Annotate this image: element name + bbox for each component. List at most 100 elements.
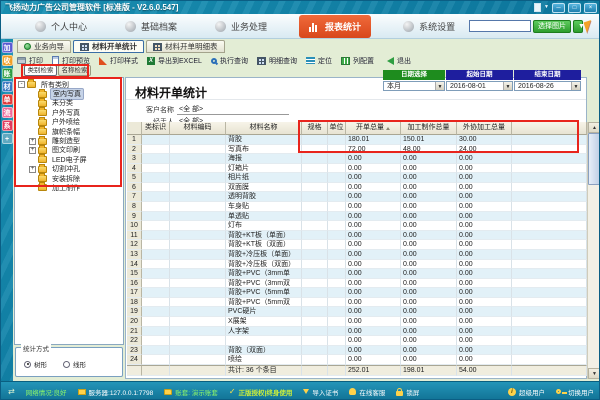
table-row[interactable]: 7 透明背胶 0.00 0.00 0.00 [127, 192, 587, 202]
toolbar-button[interactable]: 列配置 [341, 56, 374, 66]
table-row[interactable]: 15 背胶+PVC（3mm单 0.00 0.00 0.00 [127, 269, 587, 279]
tree-item[interactable]: + 户外喷绘 [18, 118, 123, 127]
expand-plus-icon[interactable]: + [29, 166, 36, 173]
scroll-down-icon[interactable]: ▼ [588, 368, 600, 379]
table-row[interactable]: 6 双面膜 0.00 0.00 0.00 [127, 183, 587, 193]
tree-item[interactable]: + 户外写真 [18, 108, 123, 117]
col-out-qty[interactable]: 外协加工总量 [457, 122, 512, 135]
filter-value-field[interactable]: <全 部> [177, 104, 289, 115]
close-button[interactable]: × [584, 3, 597, 13]
tree-item[interactable]: + 雕刻造型 [18, 136, 123, 145]
date-dropdown[interactable]: 2016-08-01 ▼ [446, 81, 513, 91]
dropdown-caret-icon[interactable]: ▼ [503, 82, 512, 90]
quick-button[interactable]: + [2, 133, 13, 144]
document-tab[interactable]: 业务向导 [17, 40, 71, 53]
tree-item[interactable]: + 室内写真 [18, 89, 123, 98]
table-row[interactable]: 12 背胶+KT板（双面） 0.00 0.00 0.00 [127, 240, 587, 250]
col-code[interactable]: 材料编码 [170, 122, 226, 135]
expand-plus-icon[interactable]: + [29, 138, 36, 145]
tree-item[interactable]: + 加工制作 [18, 183, 123, 192]
import-cert-button[interactable]: 导入证书 [303, 386, 338, 397]
switch-user-button[interactable]: 切换用户 [556, 387, 594, 397]
scroll-up-icon[interactable]: ▲ [588, 122, 600, 133]
menu-item[interactable]: 基础档案 [119, 17, 183, 36]
table-row[interactable]: 19 PVC硬片 0.00 0.00 0.00 [127, 307, 587, 317]
table-row[interactable]: 9 单透贴 0.00 0.00 0.00 [127, 212, 587, 222]
toolbar-button[interactable]: 打印样式 [99, 56, 138, 66]
stats-mode-radio[interactable]: 树形 [24, 359, 47, 369]
tree-item[interactable]: + 切割冲孔 [18, 165, 123, 174]
expand-plus-icon[interactable]: + [29, 147, 36, 154]
tree-item[interactable]: + 未分类 [18, 99, 123, 108]
quick-button[interactable]: 单 [2, 94, 13, 105]
table-row[interactable]: 20 X展架 0.00 0.00 0.00 [127, 317, 587, 327]
date-dropdown[interactable]: 2016-08-26 ▼ [514, 81, 581, 91]
toolbar-button[interactable]: 定位 [306, 56, 332, 66]
dropdown-caret-icon[interactable]: ▼ [435, 82, 444, 90]
table-row[interactable]: 18 背胶+PVC（5mm双 0.00 0.00 0.00 [127, 298, 587, 308]
document-tab[interactable]: 材料开单明细表 [146, 40, 225, 53]
lock-screen-button[interactable]: 锁屏 [396, 387, 419, 397]
quick-button[interactable]: 加 [2, 42, 13, 53]
table-row[interactable]: 17 背胶+PVC（5mm单 0.00 0.00 0.00 [127, 288, 587, 298]
collapse-icon[interactable]: - [18, 81, 25, 88]
online-service-button[interactable]: 在线客服 [349, 387, 385, 397]
dropdown-caret-icon[interactable]: ▼ [571, 82, 580, 90]
image-path-input[interactable] [469, 20, 531, 32]
menu-item[interactable]: 系统设置 [397, 17, 461, 36]
select-image-button[interactable]: 选择图片 [533, 20, 571, 33]
col-type[interactable]: 类标识 [142, 122, 170, 135]
maximize-button[interactable]: □ [568, 3, 581, 13]
table-row[interactable]: 1 背胶 180.01 150.01 30.00 [127, 135, 587, 145]
page-icon[interactable] [534, 3, 541, 12]
tree-item[interactable]: + 图文印刷 [18, 146, 123, 155]
table-row[interactable]: 21 人字架 0.00 0.00 0.00 [127, 327, 587, 337]
col-make-qty[interactable]: 加工制作总量 [401, 122, 457, 135]
table-row[interactable]: 3 海报 0.00 0.00 0.00 [127, 154, 587, 164]
menu-item[interactable]: 业务处理 [209, 17, 273, 36]
tree-item[interactable]: + LED电子屏 [18, 155, 123, 164]
search-tab[interactable]: 名称检索 [58, 65, 91, 76]
toolbar-button[interactable]: 打印 [17, 56, 43, 66]
table-row[interactable]: 2 写真布 72.00 48.00 24.00 [127, 145, 587, 155]
toolbar-button[interactable]: 明细查询 [257, 56, 297, 66]
quick-button[interactable]: 账 [2, 68, 13, 79]
col-spec[interactable]: 规格 [302, 122, 328, 135]
tree-item[interactable]: + 安装拆除 [18, 174, 123, 183]
table-row[interactable]: 10 灯布 0.00 0.00 0.00 [127, 221, 587, 231]
toolbar-button[interactable]: 执行查询 [211, 56, 248, 66]
quick-button[interactable]: 收 [2, 55, 13, 66]
col-unit[interactable]: 单位 [328, 122, 346, 135]
table-row[interactable]: 5 相片纸 0.00 0.00 0.00 [127, 173, 587, 183]
select-image-dropdown[interactable]: ▼ [573, 20, 583, 33]
minimize-button[interactable]: ─ [552, 3, 565, 13]
quick-button[interactable]: 流 [2, 107, 13, 118]
table-row[interactable]: 11 背胶+KT板（单面） 0.00 0.00 0.00 [127, 231, 587, 241]
col-name[interactable]: 材料名称 [226, 122, 302, 135]
caret-down-icon[interactable]: ▼ [544, 3, 549, 12]
search-tab[interactable]: 类别检索 [24, 65, 57, 76]
table-row[interactable]: 4 灯箱片 0.00 0.00 0.00 [127, 164, 587, 174]
quick-button[interactable]: 材 [2, 81, 13, 92]
menu-item[interactable]: 个人中心 [29, 17, 93, 36]
stats-mode-radio[interactable]: 线形 [63, 359, 86, 369]
col-open-qty[interactable]: 开单总量 [346, 122, 401, 135]
table-row[interactable]: 13 背胶+冷压板（单面） 0.00 0.00 0.00 [127, 250, 587, 260]
table-row[interactable]: 22 0.00 0.00 0.00 [127, 336, 587, 346]
super-user-button[interactable]: 超级用户 [508, 387, 545, 397]
table-row[interactable]: 8 车身贴 0.00 0.00 0.00 [127, 202, 587, 212]
table-row[interactable]: 24 喷绘 0.00 0.00 0.00 [127, 355, 587, 365]
quick-button[interactable]: 系 [2, 120, 13, 131]
table-scrollbar[interactable]: ▲ ▼ [587, 122, 600, 379]
sync-icon[interactable]: ⇄ [8, 387, 15, 396]
date-dropdown[interactable]: 本月 ▼ [383, 81, 445, 91]
toolbar-button[interactable]: 打印预览 [52, 56, 90, 66]
toolbar-button[interactable]: 导出到EXCEL [147, 56, 202, 66]
table-row[interactable]: 14 背胶+冷压板（双面） 0.00 0.00 0.00 [127, 260, 587, 270]
table-row[interactable]: 23 背胶（双面） 0.00 0.00 0.00 [127, 346, 587, 356]
document-tab[interactable]: 材料开单统计 [73, 40, 144, 53]
tree-item[interactable]: + 旗帜条幅 [18, 127, 123, 136]
toolbar-button[interactable]: 退出 [383, 56, 411, 66]
menu-item[interactable]: 报表统计 [299, 15, 371, 38]
scroll-thumb[interactable] [588, 133, 600, 185]
